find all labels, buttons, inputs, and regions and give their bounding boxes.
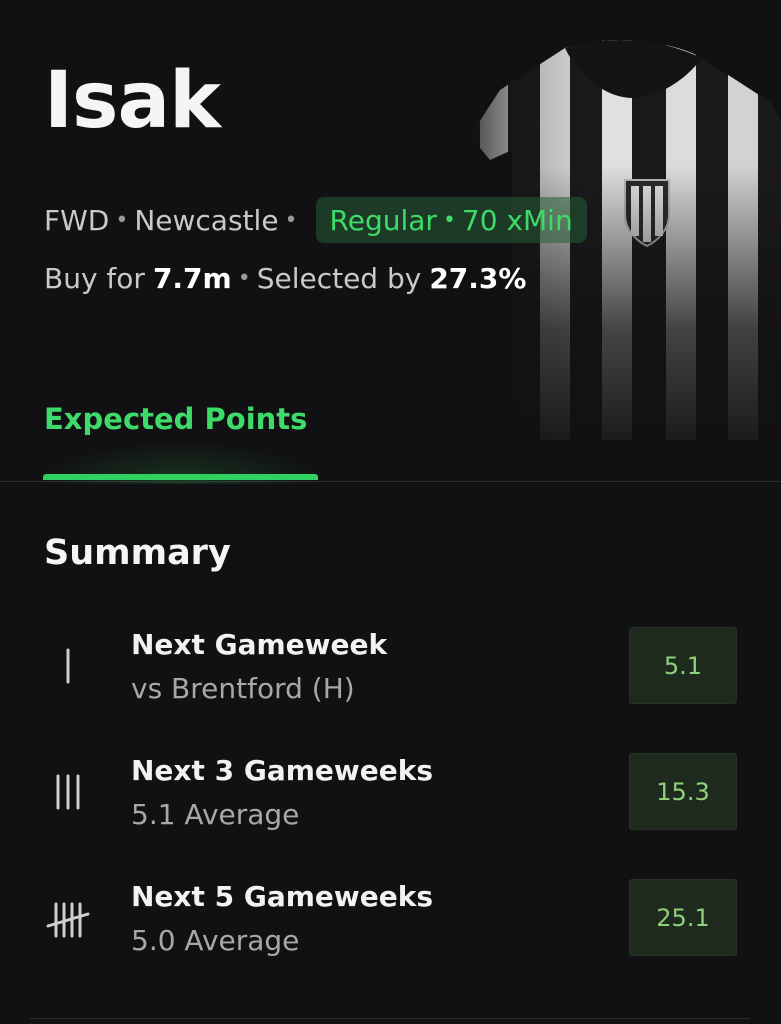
row-subtitle: 5.1 Average — [131, 798, 300, 831]
separator-dot: • — [442, 207, 456, 233]
tab-expected-points[interactable]: Expected Points — [44, 402, 307, 436]
status-badge: Regular • 70 xMin — [315, 197, 587, 243]
selected-percentage: 27.3% — [429, 261, 527, 295]
row-title: Next Gameweek — [131, 628, 388, 661]
active-tab-indicator — [43, 474, 318, 480]
separator-dot: • — [115, 207, 129, 233]
summary-row-next-3-gameweeks[interactable]: Next 3 Gameweeks 5.1 Average 15.3 — [0, 746, 781, 836]
row-subtitle: vs Brentford (H) — [131, 672, 355, 705]
tally-5-icon — [46, 902, 90, 938]
player-page: Isak FWD • Newcastle • Regular • 70 xMin… — [0, 0, 781, 1024]
separator-dot: • — [237, 265, 251, 291]
row-title: Next 3 Gameweeks — [131, 754, 434, 787]
player-team: Newcastle — [134, 203, 279, 237]
bottom-divider — [30, 1018, 750, 1024]
player-meta: FWD • Newcastle • Regular • 70 xMin — [44, 196, 587, 244]
buy-prefix: Buy for — [44, 261, 145, 295]
row-title: Next 5 Gameweeks — [131, 880, 434, 913]
price-line: Buy for 7.7m • Selected by 27.3% — [44, 256, 526, 300]
row-value: 25.1 — [629, 879, 737, 956]
separator-dot: • — [284, 207, 298, 233]
expected-minutes: 70 xMin — [461, 203, 573, 237]
tally-3-icon — [56, 774, 80, 810]
row-value: 15.3 — [629, 753, 737, 830]
row-subtitle: 5.0 Average — [131, 924, 300, 957]
status-label: Regular — [329, 203, 437, 237]
selected-prefix: Selected by — [256, 261, 422, 295]
player-name: Isak — [44, 56, 221, 146]
summary-title: Summary — [44, 533, 231, 573]
player-position: FWD — [44, 203, 110, 237]
summary-row-next-gameweek[interactable]: Next Gameweek vs Brentford (H) 5.1 — [0, 620, 781, 710]
tally-1-icon — [66, 648, 70, 684]
player-price: 7.7m — [152, 261, 232, 295]
row-value: 5.1 — [629, 627, 737, 704]
summary-row-next-5-gameweeks[interactable]: Next 5 Gameweeks 5.0 Average 25.1 — [0, 872, 781, 962]
